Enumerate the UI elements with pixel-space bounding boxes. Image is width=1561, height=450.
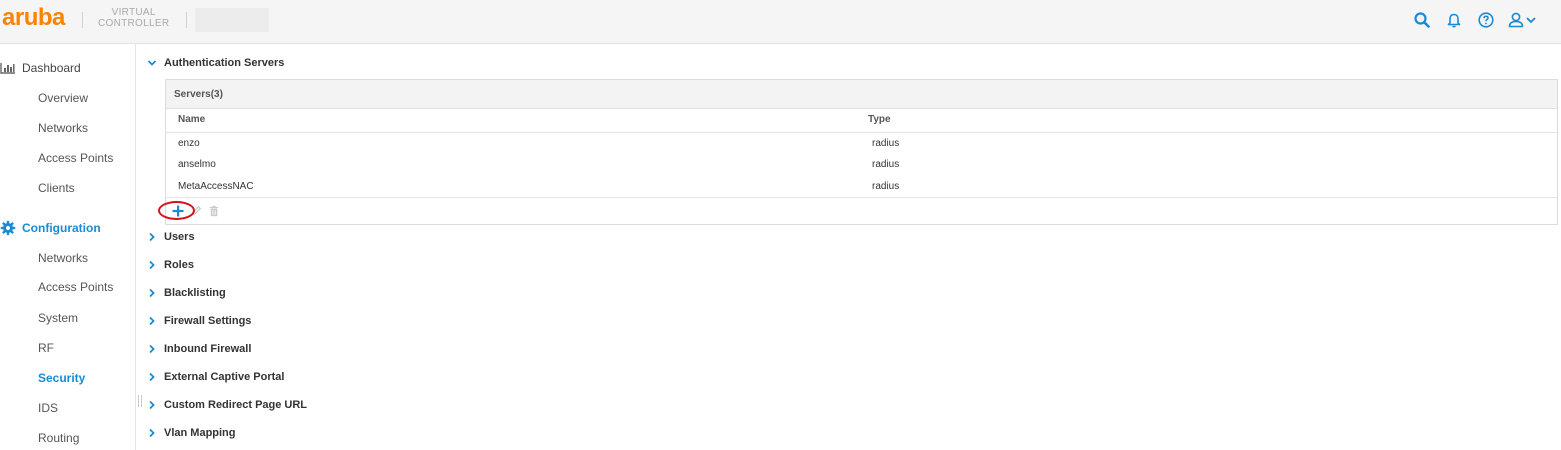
chevron-down-icon: [147, 58, 157, 68]
section-custom-redirect-page-url[interactable]: Custom Redirect Page URL: [147, 397, 307, 413]
help-icon[interactable]: [1475, 9, 1497, 31]
section-users[interactable]: Users: [147, 229, 195, 245]
sidebar-item-overview[interactable]: Overview: [38, 91, 88, 105]
sidebar-resize-handle[interactable]: [138, 395, 142, 407]
sidebar-item-rf[interactable]: RF: [38, 341, 54, 355]
server-name: anselmo: [178, 159, 216, 170]
section-firewall-settings[interactable]: Firewall Settings: [147, 313, 251, 329]
add-button-highlight: [158, 201, 195, 220]
top-bar: aruba VIRTUAL CONTROLLER: [0, 0, 1561, 44]
sidebar-item-ids[interactable]: IDS: [38, 401, 58, 415]
bell-icon[interactable]: [1443, 9, 1465, 31]
chevron-right-icon: [147, 260, 157, 270]
aruba-logo[interactable]: aruba: [2, 4, 65, 32]
section-vlan-mapping[interactable]: Vlan Mapping: [147, 425, 236, 441]
chevron-right-icon: [147, 316, 157, 326]
section-blacklisting[interactable]: Blacklisting: [147, 285, 226, 301]
delete-server-button[interactable]: [205, 202, 223, 220]
sidebar-configuration[interactable]: Configuration: [0, 218, 101, 238]
header-divider: [186, 12, 187, 28]
chevron-right-icon: [147, 372, 157, 382]
header-divider: [166, 132, 1557, 133]
section-external-captive-portal[interactable]: External Captive Portal: [147, 369, 284, 385]
header-icons: [1411, 9, 1541, 31]
section-authentication-servers[interactable]: Authentication Servers: [147, 55, 284, 71]
sidebar-dashboard[interactable]: Dashboard: [0, 58, 81, 78]
gear-icon: [0, 220, 16, 236]
chevron-right-icon: [147, 428, 157, 438]
servers-panel-title: Servers(3): [166, 80, 1557, 109]
sidebar-item-config-access-points[interactable]: Access Points: [38, 280, 113, 294]
sidebar-item-access-points[interactable]: Access Points: [38, 151, 113, 165]
sidebar-item-security[interactable]: Security: [38, 371, 85, 385]
sidebar-item-networks[interactable]: Networks: [38, 121, 88, 135]
column-header-name[interactable]: Name: [178, 114, 205, 125]
sidebar-item-system[interactable]: System: [38, 311, 78, 325]
server-name: MetaAccessNAC: [178, 181, 254, 192]
server-type: radius: [872, 138, 900, 149]
search-icon[interactable]: [1411, 9, 1433, 31]
section-inbound-firewall[interactable]: Inbound Firewall: [147, 341, 251, 357]
trash-icon: [210, 205, 218, 217]
sidebar-item-clients[interactable]: Clients: [38, 181, 75, 195]
chevron-right-icon: [147, 288, 157, 298]
chevron-right-icon: [147, 344, 157, 354]
controller-name-field: [195, 8, 269, 32]
server-type: radius: [872, 159, 900, 170]
sidebar-item-config-networks[interactable]: Networks: [38, 251, 88, 265]
section-roles[interactable]: Roles: [147, 257, 194, 273]
table-bottom-divider: [166, 197, 1557, 198]
user-icon[interactable]: [1507, 9, 1541, 31]
product-name: VIRTUAL CONTROLLER: [98, 7, 170, 29]
chevron-right-icon: [147, 400, 157, 410]
server-name: enzo: [178, 138, 200, 149]
bar-chart-icon: [0, 60, 16, 76]
servers-panel: Servers(3) Name Type enzo radius anselmo…: [165, 79, 1558, 225]
sidebar-item-routing[interactable]: Routing: [38, 431, 79, 445]
server-type: radius: [872, 181, 900, 192]
column-header-type[interactable]: Type: [868, 114, 891, 125]
header-divider: [82, 12, 83, 28]
sidebar: Dashboard Overview Networks Access Point…: [0, 44, 136, 450]
chevron-right-icon: [147, 232, 157, 242]
